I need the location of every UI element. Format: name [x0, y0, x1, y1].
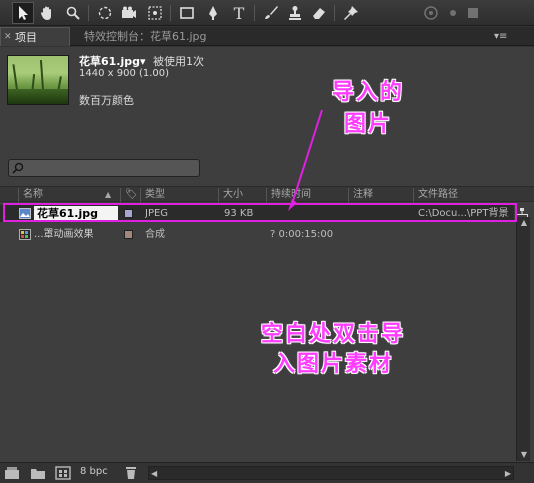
item-size: 93 KB: [224, 208, 254, 219]
scroll-right-icon[interactable]: ▶: [505, 467, 511, 480]
camera-tool-icon[interactable]: [118, 2, 140, 24]
pen-tool-icon[interactable]: [202, 2, 224, 24]
new-folder-icon[interactable]: [30, 466, 46, 480]
image-file-icon: [19, 208, 31, 219]
annotation-line: 空白处双击导: [260, 321, 405, 347]
zoom-tool-icon[interactable]: [62, 2, 84, 24]
label-tag-icon: 🏷: [125, 189, 138, 200]
horizontal-scrollbar[interactable]: ◀ ▶: [148, 466, 514, 480]
column-size[interactable]: 大小: [218, 188, 266, 202]
annotation-line: 导入的: [331, 79, 404, 105]
annotation-line: 入图片素材: [272, 351, 393, 377]
trash-icon[interactable]: [123, 466, 139, 480]
column-name[interactable]: 名称 ▲: [18, 188, 118, 202]
vertical-scrollbar[interactable]: ▲ ▼: [516, 217, 530, 461]
column-name-label: 名称: [23, 189, 43, 200]
column-file-path-label: 文件路径: [418, 189, 458, 200]
column-label-tag[interactable]: 🏷: [120, 188, 140, 202]
type-tool-icon[interactable]: T: [228, 2, 250, 24]
table-row[interactable]: ...罩动画效果 合成 ? 0:00:15:00: [0, 226, 514, 243]
brush-tool-icon[interactable]: [260, 2, 282, 24]
column-comment[interactable]: 注释: [348, 188, 412, 202]
pan-behind-tool-icon[interactable]: [144, 2, 166, 24]
toolbar-separator: [334, 5, 335, 21]
item-duration: ? 0:00:15:00: [270, 229, 334, 240]
hand-tool-icon[interactable]: [36, 2, 58, 24]
panel-menu-icon[interactable]: ▾≡: [494, 27, 507, 46]
eraser-tool-icon[interactable]: [308, 2, 330, 24]
rotation-tool-icon[interactable]: [94, 2, 116, 24]
scroll-down-icon[interactable]: ▼: [517, 449, 531, 461]
tab-project[interactable]: ✕ 项目: [0, 27, 70, 46]
scroll-left-icon[interactable]: ◀: [151, 467, 157, 480]
column-comment-label: 注释: [353, 189, 373, 200]
item-type: 合成: [145, 229, 165, 240]
column-duration-label: 持续时间: [271, 189, 311, 200]
table-row[interactable]: 花草61.jpg JPEG 93 KB C:\Docu...\PPT背景: [0, 205, 514, 222]
item-type: JPEG: [145, 208, 169, 219]
project-panel: 花草61.jpg▾ 被使用1次 1440 x 900 (1.00) 数百万颜色 …: [0, 47, 534, 483]
tab-effect-controls-label: 特效控制台：花草61.jpg: [84, 30, 207, 43]
tab-effect-controls[interactable]: 特效控制台：花草61.jpg: [84, 27, 207, 46]
column-expand-icon[interactable]: [6, 188, 16, 202]
selection-tool-icon[interactable]: [12, 2, 34, 24]
item-name[interactable]: 花草61.jpg: [34, 206, 118, 221]
clone-stamp-tool-icon[interactable]: [284, 2, 306, 24]
axis-mode-dot-icon[interactable]: [442, 2, 464, 24]
search-input[interactable]: [8, 159, 200, 177]
label-color-swatch[interactable]: [124, 230, 133, 239]
annotation-line: 图片: [343, 111, 392, 137]
preview-dimensions: 1440 x 900 (1.00): [79, 68, 170, 79]
sort-ascending-icon[interactable]: ▲: [105, 188, 111, 202]
bit-depth-button[interactable]: 8 bpc: [80, 466, 108, 477]
label-color-swatch[interactable]: [124, 209, 133, 218]
preview-thumbnail: [7, 55, 69, 105]
new-composition-icon[interactable]: [55, 466, 71, 480]
annotation-double-click-hint: 空白处双击导 入图片素材: [218, 319, 448, 379]
axis-mode-square-icon[interactable]: [462, 2, 484, 24]
preview-color-depth: 数百万颜色: [79, 94, 134, 107]
panel-footer: 8 bpc ◀ ▶: [0, 462, 534, 483]
column-file-path[interactable]: 文件路径: [413, 188, 513, 202]
annotation-imported-image: 导入的 图片: [318, 76, 418, 140]
preview-file-name[interactable]: 花草61.jpg▾: [79, 53, 146, 69]
toolbar: T: [0, 0, 534, 26]
rectangle-tool-icon[interactable]: [176, 2, 198, 24]
column-size-label: 大小: [223, 189, 243, 200]
search-icon: [12, 162, 24, 174]
toolbar-separator: [254, 5, 255, 21]
snapping-icon[interactable]: [420, 2, 442, 24]
close-icon[interactable]: ✕: [4, 28, 12, 47]
column-duration[interactable]: 持续时间: [266, 188, 348, 202]
item-path: C:\Docu...\PPT背景: [418, 208, 509, 219]
panel-tab-bar: ✕ 项目 特效控制台：花草61.jpg ▾≡: [0, 27, 534, 46]
toolbar-separator: [170, 5, 171, 21]
preview-usage: 被使用1次: [153, 55, 204, 68]
toolbar-separator: [88, 5, 89, 21]
column-type[interactable]: 类型: [140, 188, 217, 202]
column-type-label: 类型: [145, 189, 165, 200]
column-header-row: 名称 ▲ 🏷 类型 大小 持续时间 注释 文件路径: [0, 186, 534, 202]
scroll-up-icon[interactable]: ▲: [517, 217, 531, 229]
tab-project-label: 项目: [15, 31, 37, 44]
item-name[interactable]: ...罩动画效果: [34, 226, 94, 243]
composition-icon: [19, 229, 31, 240]
puppet-pin-tool-icon[interactable]: [340, 2, 362, 24]
interpret-footage-icon[interactable]: [4, 466, 20, 480]
